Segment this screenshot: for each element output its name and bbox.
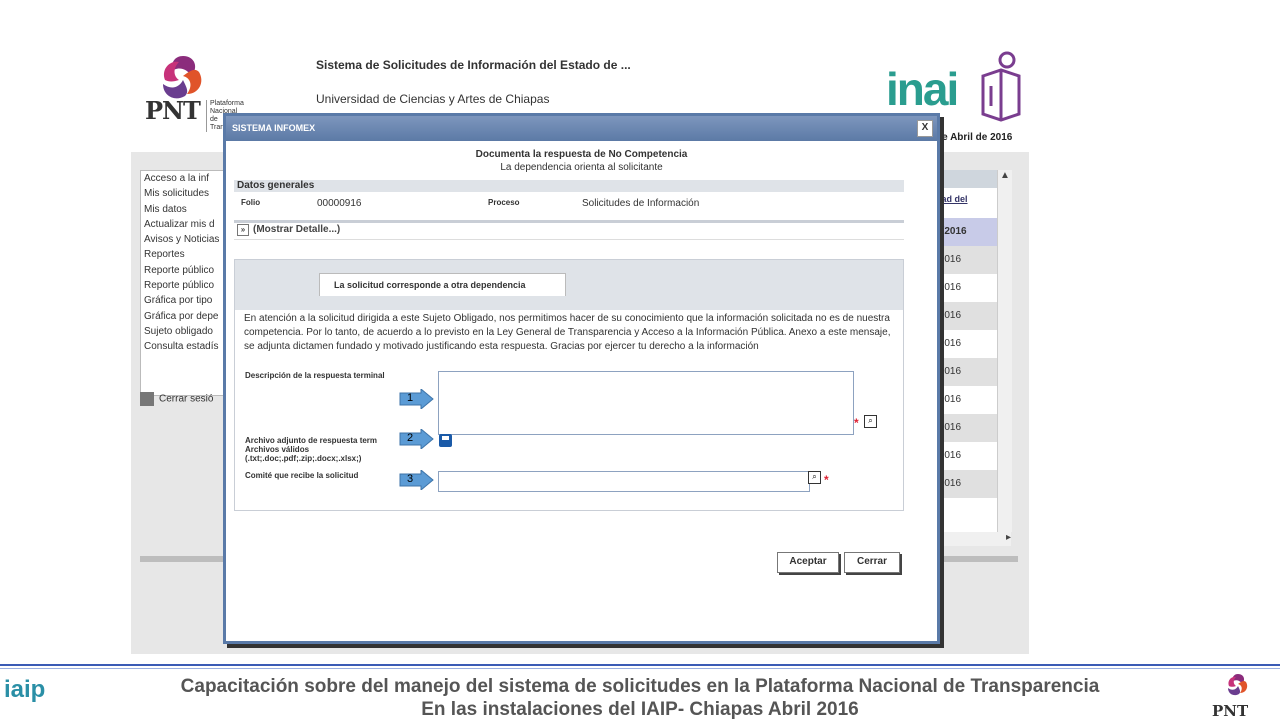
footer-subtitle: En las instalaciones del IAIP- Chiapas A… [421,699,859,720]
callout-number: 1 [406,392,414,404]
committee-input[interactable] [438,471,810,492]
footer-divider-thin [0,668,1280,669]
logout-label: Cerrar sesió [159,393,214,405]
university-name: Universidad de Ciencias y Artes de Chiap… [316,92,550,106]
pnt-footer-text: PNT [1212,702,1249,720]
date-label: de Abril de 2016 [936,132,1013,143]
callout-number: 3 [406,473,414,485]
dialog-heading: Documenta la respuesta de No Competencia [475,149,688,160]
general-data-section: Datos generales Folio 00000916 Proceso S… [234,180,904,220]
attachment-label-text: Archivo adjunto de respuesta term [245,436,378,445]
callout-arrow-3: 3 [399,468,434,492]
footer-divider [0,664,1280,666]
required-mark: * [824,473,829,487]
menu-item[interactable]: Sujeto obligado [141,324,231,339]
menu-item[interactable]: Gráfica por depe [141,309,231,324]
infomex-dialog: SISTEMA INFOMEX X Documenta la respuesta… [223,113,940,644]
general-data-label: Datos generales [234,180,904,192]
callout-arrow-1: 1 [399,387,434,411]
pnt-footer-logo: PNT [1212,672,1262,720]
search-icon[interactable]: ⌕ [864,415,877,428]
horizontal-scrollbar[interactable]: ▸ [936,532,1011,546]
search-icon[interactable]: ⌕ [808,471,821,484]
show-detail-toggle[interactable]: » (Mostrar Detalle...) [234,220,904,240]
menu-item[interactable]: Mis datos [141,202,231,217]
save-icon[interactable] [439,434,452,447]
dialog-titlebar: SISTEMA INFOMEX X [226,116,937,141]
menu-item[interactable]: Reportes [141,247,231,262]
menu-item[interactable]: Actualizar mis d [141,217,231,232]
folio-label: Folio [241,198,261,207]
dialog-close-button[interactable]: X [917,120,933,137]
notice-text: En atención a la solicitud dirigida a es… [244,313,891,352]
description-label: Descripción de la respuesta terminal [245,371,385,380]
valid-files-label: Archivos válidos [245,445,310,454]
footer-title: Capacitación sobre del manejo del sistem… [180,676,1100,697]
close-button[interactable]: Cerrar [844,552,900,573]
process-value: Solicitudes de Información [582,198,700,209]
callout-number: 2 [406,432,414,444]
menu-item[interactable]: Consulta estadís [141,339,231,354]
tab-other-dependency[interactable]: La solicitud corresponde a otra dependen… [319,273,566,296]
inai-logo-icon [981,51,1021,122]
dialog-title: SISTEMA INFOMEX [232,123,316,133]
process-label: Proceso [488,198,520,207]
show-detail-label: (Mostrar Detalle...) [253,224,341,235]
pnt-logo-icon [1228,674,1248,696]
folio-value: 00000916 [317,198,362,209]
logout-link[interactable]: Cerrar sesió [140,392,213,406]
menu-item[interactable]: Gráfica por tipo [141,293,231,308]
accept-button[interactable]: Aceptar [777,552,839,573]
dialog-subheading: La dependencia orienta al solicitante [500,162,663,173]
valid-extensions: (.txt;.doc;.pdf;.zip;.docx;.xlsx;) [245,454,362,463]
menu-item[interactable]: Reporte público [141,278,231,293]
callout-arrow-2: 2 [399,427,434,451]
side-menu: Acceso a la inf Mis solicitudes Mis dato… [140,170,232,396]
attachment-label: Archivo adjunto de respuesta term Archiv… [245,436,415,463]
menu-item[interactable]: Reporte público [141,263,231,278]
committee-label: Comité que recibe la solicitud [245,471,359,480]
system-title: Sistema de Solicitudes de Información de… [316,58,631,72]
pnt-logo-text: PNT [145,96,201,125]
general-data-row: Folio 00000916 Proceso Solicitudes de In… [234,192,904,214]
response-panel: La solicitud corresponde a otra dependen… [234,259,904,511]
vertical-scrollbar[interactable]: ▲ [997,170,1012,532]
double-chevron-down-icon: » [237,224,249,236]
description-textarea[interactable] [438,371,854,435]
menu-item[interactable]: Avisos y Noticias [141,232,231,247]
required-mark: * [854,416,859,430]
logout-icon [140,392,154,406]
tab-strip: La solicitud corresponde a otra dependen… [235,260,903,310]
menu-item[interactable]: Acceso a la inf [141,171,231,186]
menu-item[interactable]: Mis solicitudes [141,186,231,201]
inai-logo-text: inai [886,63,959,115]
